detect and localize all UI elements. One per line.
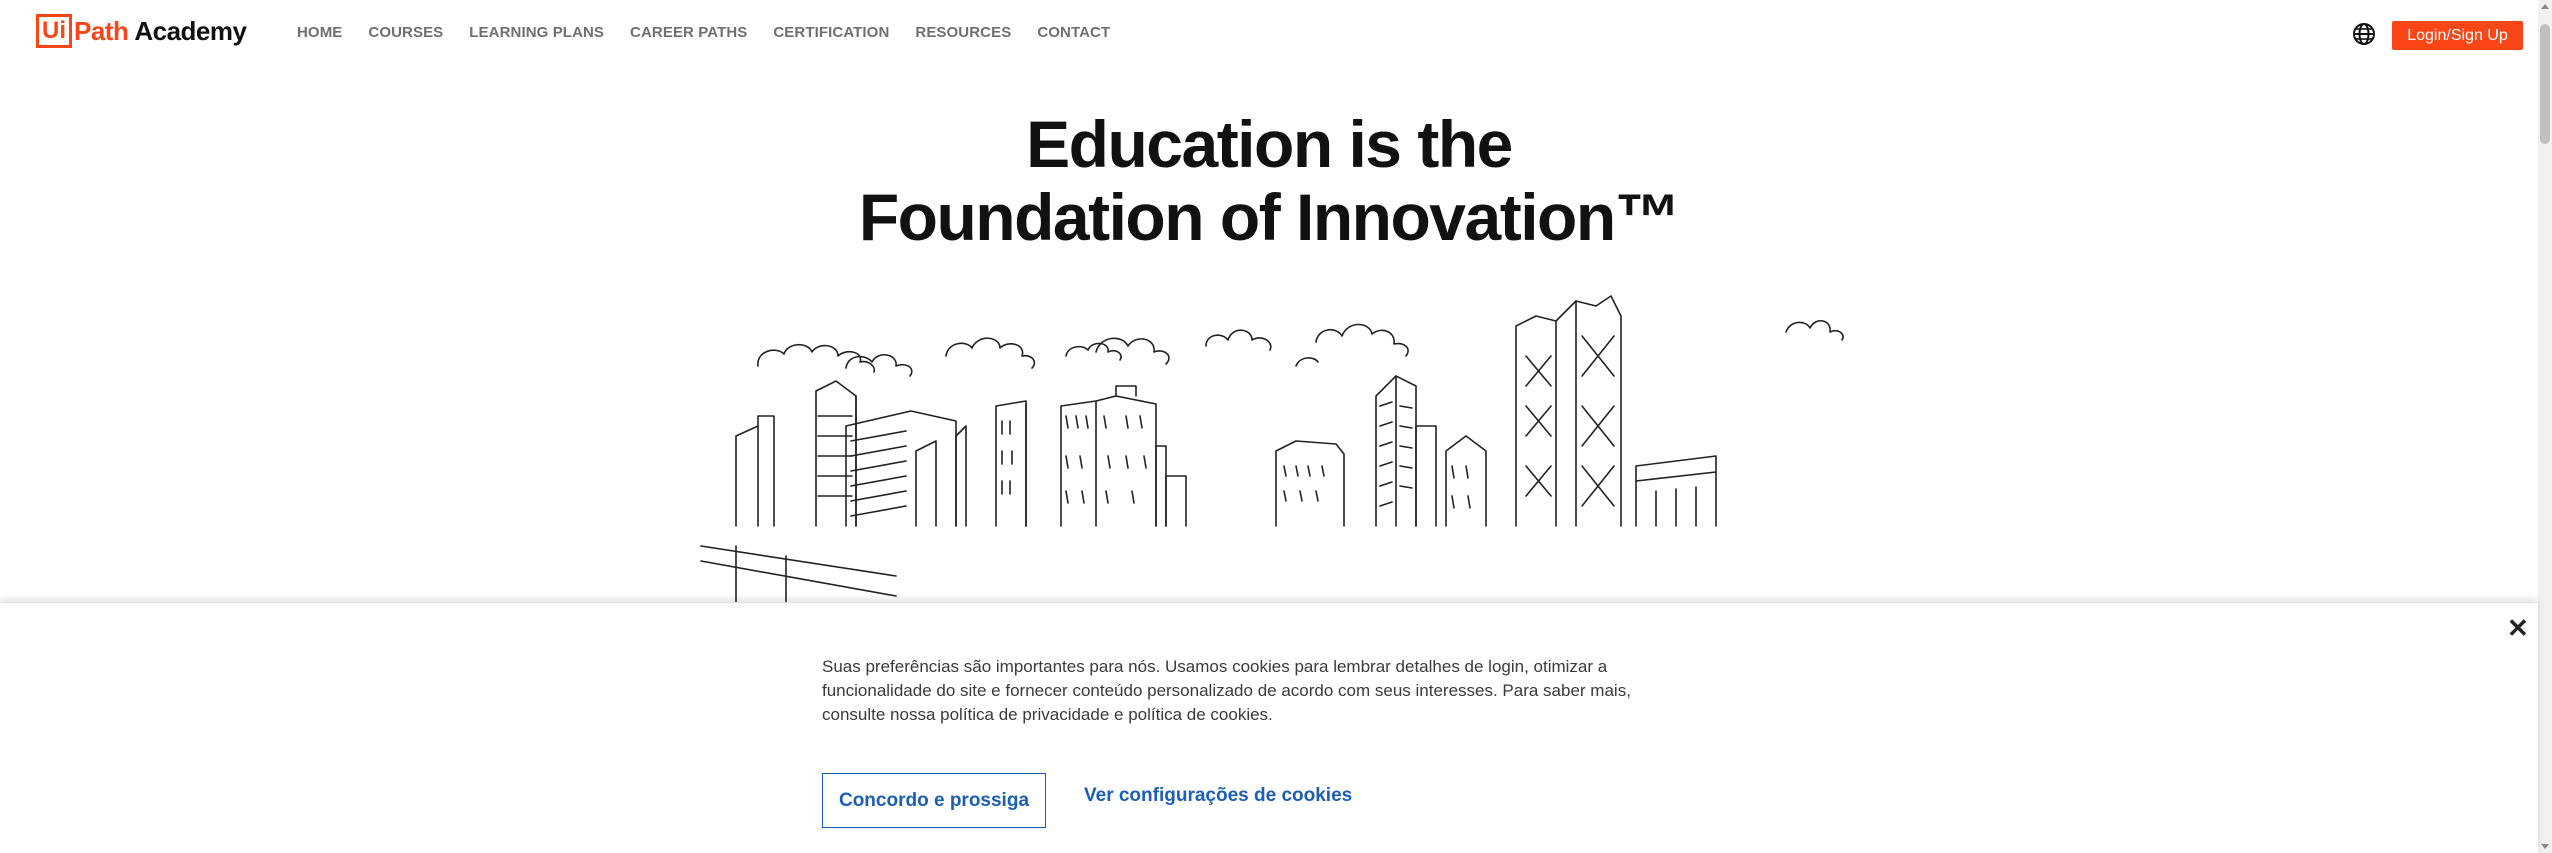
nav-home[interactable]: HOME xyxy=(297,24,342,41)
close-icon[interactable]: ✕ xyxy=(2507,615,2529,641)
hero-title: Education is the Foundation of Innovatio… xyxy=(0,108,2538,254)
uipath-academy-logo[interactable]: Ui Path Academy xyxy=(36,14,247,48)
main-nav: HOME COURSES LEARNING PLANS CAREER PATHS… xyxy=(297,24,1136,41)
scrollbar-thumb[interactable] xyxy=(2540,24,2550,144)
hero-title-line-1: Education is the xyxy=(1026,107,1513,181)
page-scrollbar[interactable] xyxy=(2538,0,2552,853)
hero-title-line-2: Foundation of Innovation™ xyxy=(858,180,1681,254)
cookie-settings-link[interactable]: Ver configurações de cookies xyxy=(1084,785,1352,807)
nav-certification[interactable]: CERTIFICATION xyxy=(773,24,889,41)
scroll-up-arrow-icon[interactable] xyxy=(2541,4,2549,9)
scroll-down-arrow-icon[interactable] xyxy=(2541,844,2549,849)
nav-career-paths[interactable]: CAREER PATHS xyxy=(630,24,747,41)
globe-icon[interactable] xyxy=(2352,22,2376,46)
accept-cookies-button[interactable]: Concordo e prossiga xyxy=(822,773,1046,828)
site-header: Ui Path Academy HOME COURSES LEARNING PL… xyxy=(0,0,2538,66)
nav-contact[interactable]: CONTACT xyxy=(1037,24,1110,41)
city-skyline-illustration xyxy=(700,295,1844,606)
nav-courses[interactable]: COURSES xyxy=(368,24,443,41)
nav-resources[interactable]: RESOURCES xyxy=(915,24,1011,41)
cookie-consent-banner: ✕ Suas preferências são importantes para… xyxy=(0,602,2538,853)
logo-path-text: Path xyxy=(74,15,129,46)
login-signup-button[interactable]: Login/Sign Up xyxy=(2392,21,2523,50)
cookie-message: Suas preferências são importantes para n… xyxy=(822,657,1631,724)
logo-mark: Ui xyxy=(36,14,72,48)
logo-academy-text: Academy xyxy=(134,15,247,46)
nav-learning-plans[interactable]: LEARNING PLANS xyxy=(469,24,604,41)
